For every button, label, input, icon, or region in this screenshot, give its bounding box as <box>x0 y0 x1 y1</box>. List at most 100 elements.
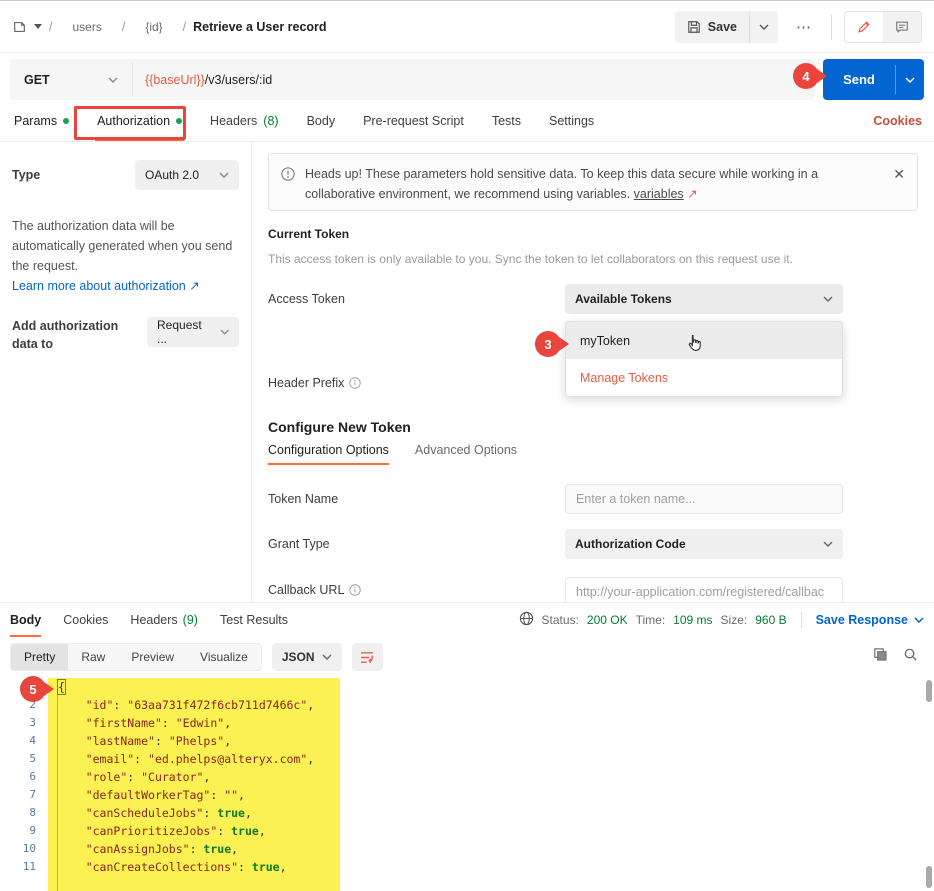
save-response-button[interactable]: Save Response <box>816 613 924 627</box>
edit-icon[interactable] <box>845 12 883 42</box>
send-button-group: Send <box>823 59 924 100</box>
line-number: 4 <box>0 732 48 750</box>
grant-type-select[interactable]: Authorization Code <box>565 529 843 559</box>
chevron-down-icon <box>322 654 332 660</box>
response-headers-count: (9) <box>183 613 198 627</box>
tab-configuration-options[interactable]: Configuration Options <box>268 443 389 465</box>
access-token-value: Available Tokens <box>575 292 672 306</box>
view-tab-raw[interactable]: Raw <box>68 644 118 670</box>
code-line: 5 "email": "ed.phelps@alteryx.com", <box>0 750 922 768</box>
tab-params[interactable]: Params <box>12 101 71 141</box>
auth-type-select[interactable]: OAuth 2.0 <box>135 160 239 190</box>
collection-icon[interactable] <box>12 20 27 34</box>
annotation-step-3: 3 <box>535 331 561 357</box>
response-tab-headers[interactable]: Headers (9) <box>130 603 198 637</box>
more-options-icon[interactable]: ⋯ <box>790 14 819 40</box>
response-code: 1{2 "id": "63aa731f472f6cb711d7466c",3 "… <box>0 678 922 876</box>
time-label: Time: <box>636 613 666 627</box>
tab-tests[interactable]: Tests <box>490 101 523 141</box>
tab-advanced-options[interactable]: Advanced Options <box>415 443 517 465</box>
breadcrumb: / users / {id} / Retrieve a User record <box>12 20 327 34</box>
request-url-bar: GET {{baseUrl}}/v3/users/:id Send <box>10 59 924 100</box>
format-select[interactable]: JSON <box>272 643 342 671</box>
save-button[interactable]: Save <box>675 11 749 43</box>
auth-type-value: OAuth 2.0 <box>145 168 199 182</box>
response-body-viewer[interactable]: 1{2 "id": "63aa731f472f6cb711d7466c",3 "… <box>0 678 922 891</box>
response-view-toolbar: Pretty Raw Preview Visualize JSON <box>0 637 934 677</box>
view-mode-group: Pretty Raw Preview Visualize <box>10 643 262 671</box>
status-label: Status: <box>542 613 579 627</box>
grant-type-label: Grant Type <box>268 537 330 551</box>
method-value: GET <box>24 73 50 87</box>
save-options-caret[interactable] <box>750 11 778 43</box>
response-scrollbar[interactable] <box>926 680 932 888</box>
format-value: JSON <box>282 650 315 664</box>
learn-more-link[interactable]: Learn more about authorization ↗ <box>12 278 239 293</box>
chevron-down-icon <box>823 296 833 302</box>
tab-authorization-label: Authorization <box>97 114 170 128</box>
view-tab-pretty[interactable]: Pretty <box>11 644 68 670</box>
send-button[interactable]: Send <box>823 59 895 100</box>
access-token-label: Access Token <box>268 292 345 306</box>
scrollbar-thumb[interactable] <box>926 866 932 888</box>
comment-icon[interactable] <box>883 12 921 42</box>
callback-url-label: Callback URL <box>268 583 361 597</box>
response-tab-test-results[interactable]: Test Results <box>220 603 288 637</box>
save-button-label: Save <box>708 20 737 34</box>
tab-authorization[interactable]: Authorization <box>95 101 184 141</box>
time-value: 109 ms <box>673 613 712 627</box>
save-button-group: Save <box>675 11 778 43</box>
breadcrumb-caret-icon[interactable] <box>34 24 42 29</box>
request-title-bar: / users / {id} / Retrieve a User record … <box>0 1 934 53</box>
response-tab-body[interactable]: Body <box>10 603 41 637</box>
method-select[interactable]: GET <box>10 59 132 100</box>
response-headers-label: Headers <box>130 613 177 627</box>
url-input[interactable]: {{baseUrl}}/v3/users/:id <box>133 59 815 100</box>
chevron-down-icon <box>108 77 118 83</box>
view-tab-visualize[interactable]: Visualize <box>187 644 261 670</box>
menu-item-mytoken[interactable]: myToken <box>566 322 842 359</box>
code-line: 10 "canAssignJobs": true, <box>0 840 922 858</box>
tab-body[interactable]: Body <box>305 101 338 141</box>
close-icon[interactable]: ✕ <box>893 166 905 183</box>
scrollbar-thumb[interactable] <box>926 680 932 702</box>
tab-settings[interactable]: Settings <box>547 101 596 141</box>
response-tab-cookies[interactable]: Cookies <box>63 603 108 637</box>
view-tab-preview[interactable]: Preview <box>118 644 187 670</box>
edit-comment-group <box>844 11 922 43</box>
menu-item-manage-tokens[interactable]: Manage Tokens <box>566 359 842 396</box>
breadcrumb-separator: / <box>122 20 125 34</box>
breadcrumb-separator: / <box>183 20 186 34</box>
globe-icon <box>519 611 534 629</box>
copy-icon[interactable] <box>872 647 887 667</box>
callback-url-input[interactable] <box>565 577 843 602</box>
tab-prerequest-script[interactable]: Pre-request Script <box>361 101 466 141</box>
token-name-input[interactable] <box>565 484 843 514</box>
breadcrumb-item-users[interactable]: users <box>59 20 114 34</box>
access-token-select[interactable]: Available Tokens <box>565 284 843 314</box>
tab-params-label: Params <box>14 114 57 128</box>
grant-type-value: Authorization Code <box>575 537 686 551</box>
breadcrumb-item-id[interactable]: {id} <box>132 20 175 34</box>
auth-description: The authorization data will be automatic… <box>12 216 239 276</box>
request-tabs: Params Authorization Headers (8) Body Pr… <box>0 101 934 142</box>
add-auth-data-value: Request ... <box>157 318 212 346</box>
alert-message: Heads up! These parameters hold sensitiv… <box>305 167 818 201</box>
variables-link[interactable]: variables <box>634 187 684 201</box>
token-dropdown-menu: myToken Manage Tokens <box>565 321 843 397</box>
send-options-caret[interactable] <box>896 59 924 100</box>
divider <box>831 14 832 40</box>
code-line: 9 "canPrioritizeJobs": true, <box>0 822 922 840</box>
tab-headers[interactable]: Headers (8) <box>208 101 281 141</box>
cookies-link[interactable]: Cookies <box>873 114 922 128</box>
search-icon[interactable] <box>903 647 918 667</box>
line-number: 7 <box>0 786 48 804</box>
code-line: 3 "firstName": "Edwin", <box>0 714 922 732</box>
code-line: 4 "lastName": "Phelps", <box>0 732 922 750</box>
wrap-text-icon[interactable] <box>352 643 383 671</box>
callback-url-text: Callback URL <box>268 583 344 597</box>
add-auth-data-select[interactable]: Request ... <box>147 317 239 347</box>
line-number: 10 <box>0 840 48 858</box>
url-path: /v3/users/:id <box>205 73 272 87</box>
request-name[interactable]: Retrieve a User record <box>193 20 326 34</box>
